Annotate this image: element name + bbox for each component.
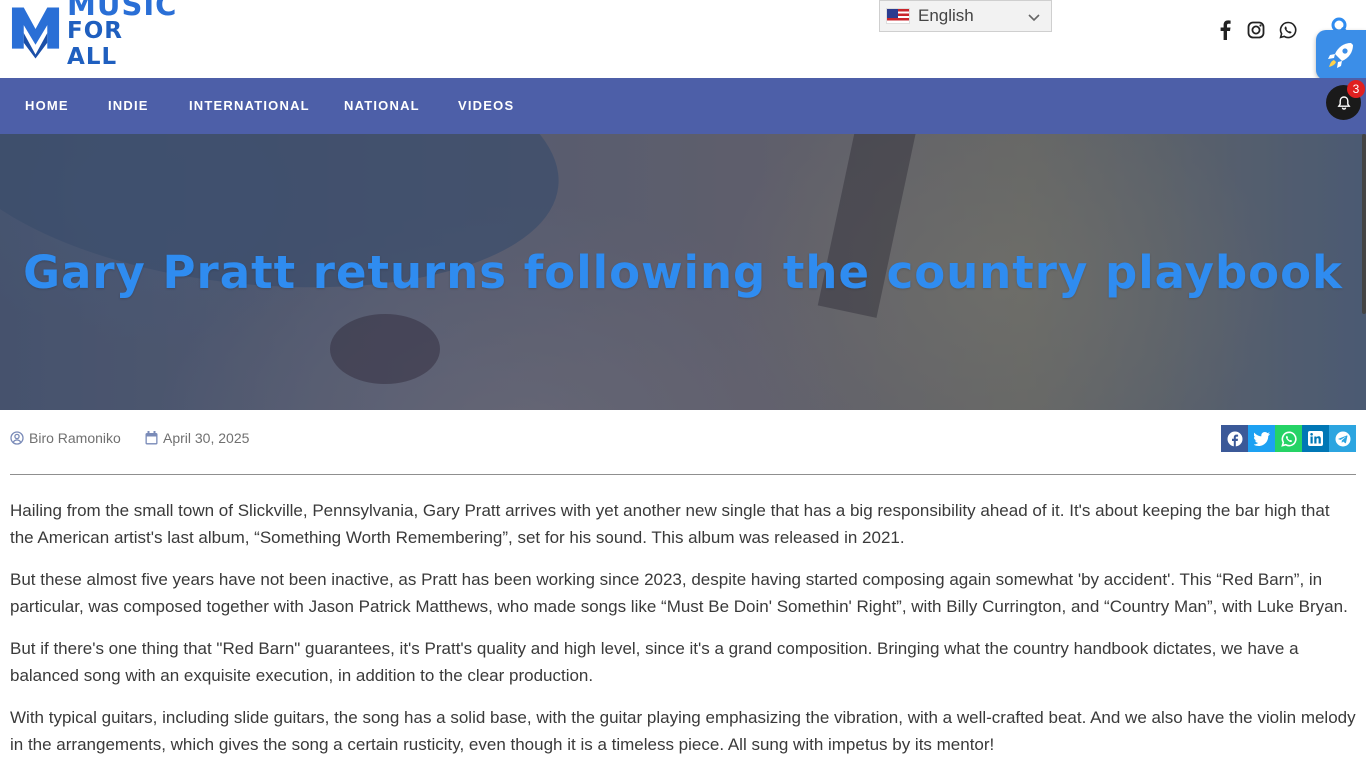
hero-banner: Gary Pratt returns following the country… — [0, 134, 1366, 410]
article-title: Gary Pratt returns following the country… — [23, 246, 1343, 299]
share-whatsapp-button[interactable] — [1275, 425, 1302, 452]
article-paragraph: Hailing from the small town of Slickvill… — [10, 501, 1330, 547]
us-flag-icon — [886, 8, 910, 24]
publish-date: April 30, 2025 — [163, 430, 250, 446]
language-label: English — [918, 6, 974, 25]
page-scrollbar[interactable] — [1362, 134, 1366, 314]
language-selector[interactable]: English — [879, 0, 1052, 32]
header: MUSIC FOR ALL English — [0, 0, 1366, 80]
meta-divider — [10, 474, 1356, 475]
share-telegram-button[interactable] — [1329, 425, 1356, 452]
main-nav: HOME INDIE INTERNATIONAL NATIONAL VIDEOS — [0, 78, 1366, 134]
facebook-icon[interactable] — [1213, 18, 1237, 42]
rocket-icon — [1328, 43, 1353, 68]
article-paragraph: But these almost five years have not bee… — [10, 570, 1348, 616]
logo-mark-icon — [11, 7, 60, 59]
nav-item-home[interactable]: HOME — [25, 98, 69, 113]
author-name: Biro Ramoniko — [29, 430, 121, 446]
logo-text: MUSIC FOR ALL — [67, 0, 180, 70]
share-twitter-button[interactable] — [1248, 425, 1275, 452]
bell-icon — [1336, 95, 1351, 110]
nav-item-indie[interactable]: INDIE — [108, 98, 149, 113]
user-icon — [10, 431, 24, 445]
facebook-icon — [1227, 431, 1242, 447]
instagram-icon[interactable] — [1244, 18, 1268, 42]
nav-item-national[interactable]: NATIONAL — [344, 98, 420, 113]
article-paragraph: But if there's one thing that "Red Barn"… — [10, 639, 1299, 685]
date-meta[interactable]: April 30, 2025 — [145, 430, 249, 446]
chevron-down-icon — [1028, 14, 1040, 22]
logo-line-2: FOR ALL — [67, 18, 124, 70]
article-body: Hailing from the small town of Slickvill… — [10, 497, 1356, 768]
calendar-icon — [145, 431, 158, 445]
nav-item-videos[interactable]: VIDEOS — [458, 98, 514, 113]
twitter-icon — [1253, 431, 1270, 446]
telegram-icon — [1335, 431, 1350, 446]
nav-item-international[interactable]: INTERNATIONAL — [189, 98, 310, 113]
notification-count-badge: 3 — [1347, 80, 1365, 98]
linkedin-icon — [1308, 431, 1323, 446]
site-logo[interactable]: MUSIC FOR ALL — [10, 0, 180, 70]
share-facebook-button[interactable] — [1221, 425, 1248, 452]
whatsapp-icon[interactable] — [1276, 18, 1300, 42]
author-meta[interactable]: Biro Ramoniko — [10, 430, 121, 446]
article-paragraph: With typical guitars, including slide gu… — [10, 708, 1356, 754]
whatsapp-icon — [1280, 431, 1297, 447]
share-linkedin-button[interactable] — [1302, 425, 1329, 452]
logo-line-1: MUSIC — [67, 0, 178, 22]
rocket-launcher-button[interactable] — [1316, 30, 1366, 80]
